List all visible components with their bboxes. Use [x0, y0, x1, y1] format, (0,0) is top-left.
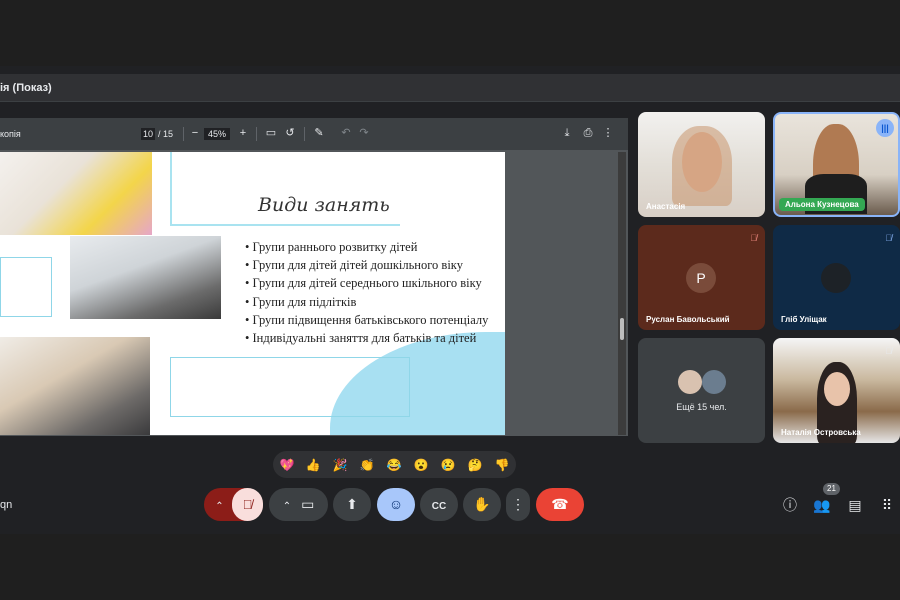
slide-decoration-line: [170, 224, 400, 226]
captions-icon: CC: [431, 501, 447, 512]
presentation-title: ія (Показ): [0, 82, 52, 94]
speaking-icon: |||: [876, 119, 894, 137]
slide-bullet: Групи для дітей дітей дошкільного віку: [245, 256, 488, 274]
redo-icon[interactable]: ↷: [357, 126, 371, 140]
reaction-heart[interactable]: 💖: [279, 457, 295, 473]
pdf-file-name: копія: [0, 129, 21, 139]
people-icon[interactable]: 👥: [813, 496, 831, 514]
chevron-up-icon: ⌃: [282, 501, 292, 512]
chevron-up-icon: ⌃: [215, 501, 224, 512]
zoom-out-button[interactable]: −: [188, 126, 202, 140]
people-count-badge: 21: [823, 483, 840, 495]
toolbar-divider: [256, 127, 257, 141]
leave-call-button[interactable]: ☎: [536, 488, 584, 521]
more-options-button[interactable]: ⋮: [506, 488, 530, 521]
undo-icon[interactable]: ↶: [339, 126, 353, 140]
mic-off-icon: 🎙̸: [885, 233, 892, 243]
pdf-toolbar: копія 10 / 15 − 45% + ▭ ↺ ✎ ↶ ↷ ⤓ ⎙ ⋮: [0, 118, 628, 150]
avatar: P: [686, 263, 716, 293]
participant-name: Гліб Уліщак: [781, 315, 827, 324]
more-participants-tile[interactable]: Ещё 15 чел.: [638, 338, 765, 443]
reaction-clap[interactable]: 👏: [359, 457, 375, 473]
avatar: [702, 370, 726, 394]
page-total: / 15: [158, 129, 174, 139]
participant-name: Анастасія: [646, 202, 686, 211]
slide-decoration-line: [170, 152, 172, 226]
camera-icon: ▭: [301, 496, 315, 512]
slide-photo-group-meeting: [70, 236, 221, 319]
participant-name: Наталія Островська: [781, 428, 861, 437]
reaction-thumbs-down[interactable]: 👎: [494, 457, 510, 473]
zoom-in-button[interactable]: +: [236, 126, 250, 140]
fit-page-icon[interactable]: ▭: [264, 126, 278, 140]
send-reaction-button[interactable]: ☺: [377, 488, 415, 521]
page-number-input[interactable]: 10: [141, 128, 155, 140]
toolbar-divider: [183, 127, 184, 141]
print-icon[interactable]: ⎙: [581, 126, 595, 140]
slide-bullet: Групи раннього розвитку дітей: [245, 238, 488, 256]
mic-off-icon: 🎙̸: [242, 497, 253, 512]
download-icon[interactable]: ⤓: [560, 126, 574, 140]
participant-tile[interactable]: Анастасія: [638, 112, 765, 217]
present-screen-button[interactable]: ⬆: [333, 488, 371, 521]
avatar: [678, 370, 702, 394]
slide-bullet: Групи для підлітків: [245, 293, 488, 311]
participant-hair: [672, 126, 732, 206]
more-participants-label: Ещё 15 чел.: [676, 402, 727, 412]
info-icon[interactable]: ⓘ: [781, 496, 799, 514]
toolbar-divider: [304, 127, 305, 141]
slide-decoration-box: [170, 357, 410, 417]
slide-bullet: Індивідуальні заняття для батьків та діт…: [245, 329, 488, 347]
reaction-thinking[interactable]: 🤔: [467, 457, 483, 473]
slide-bullet: Групи підвищення батьківського потенціал…: [245, 311, 489, 329]
screenshot-root: ія (Показ) копія 10 / 15 − 45% + ▭ ↺ ✎ ↶…: [0, 0, 900, 600]
slide-bullet: Групи для дітей середнього шкільного вік…: [245, 274, 488, 292]
camera-button[interactable]: ⌃ ▭: [269, 488, 328, 521]
phone-hangup-icon: ☎: [551, 496, 569, 512]
slide-decoration-box: [0, 257, 52, 317]
reaction-surprised[interactable]: 😮: [413, 457, 429, 473]
more-vert-icon: ⋮: [511, 496, 525, 512]
slide-bullet-list: Групи раннього розвитку дітей Групи для …: [245, 238, 489, 347]
participant-tile[interactable]: 🎙̸ P Руслан Бавольський: [638, 225, 765, 330]
slide-photo-children-playroom: [0, 152, 152, 235]
participant-name: Руслан Бавольський: [646, 315, 730, 324]
letterbox-bottom: [0, 534, 900, 600]
mic-off-icon: 🎙̸: [885, 346, 892, 356]
window-titlebar: ія (Показ): [0, 74, 900, 102]
slide-title: Види занять: [258, 194, 390, 216]
mic-off-icon: 🎙̸: [750, 233, 757, 243]
smile-icon: ☺: [388, 496, 404, 512]
avatar: [821, 263, 851, 293]
letterbox-top: [0, 0, 900, 66]
participant-tile[interactable]: 🎙̸ Гліб Уліщак: [773, 225, 900, 330]
participant-face: [824, 372, 850, 406]
present-icon: ⬆: [346, 496, 358, 512]
slide-page: Види занять Групи раннього розвитку діте…: [0, 152, 505, 435]
hand-icon: ✋: [473, 496, 491, 512]
slide-photo-class-activity: [0, 337, 150, 435]
activities-icon[interactable]: ⠿: [878, 496, 896, 514]
captions-button[interactable]: CC: [420, 488, 458, 521]
meeting-code: qn: [0, 499, 13, 511]
reaction-party[interactable]: 🎉: [332, 457, 348, 473]
reaction-bar: 💖 👍 🎉 👏 😂 😮 😢 🤔 👎: [273, 451, 516, 478]
raise-hand-button[interactable]: ✋: [463, 488, 501, 521]
zoom-level[interactable]: 45%: [204, 128, 230, 140]
participant-tile[interactable]: 🎙̸ Наталія Островська: [773, 338, 900, 443]
pdf-scrollbar-thumb[interactable]: [620, 318, 624, 340]
chat-icon[interactable]: ▤: [846, 496, 864, 514]
annotate-icon[interactable]: ✎: [312, 126, 326, 140]
pdf-scrollbar[interactable]: [618, 152, 626, 435]
participant-tile-active-speaker[interactable]: ||| Альона Кузнецова: [773, 112, 900, 217]
rotate-icon[interactable]: ↺: [283, 126, 297, 140]
mic-toggle-button[interactable]: 🎙̸: [232, 488, 263, 521]
reaction-laugh[interactable]: 😂: [386, 457, 402, 473]
more-vert-icon[interactable]: ⋮: [601, 126, 615, 140]
reaction-thumbs-up[interactable]: 👍: [305, 457, 321, 473]
participant-name: Альона Кузнецова: [779, 198, 865, 211]
reaction-sad[interactable]: 😢: [440, 457, 456, 473]
